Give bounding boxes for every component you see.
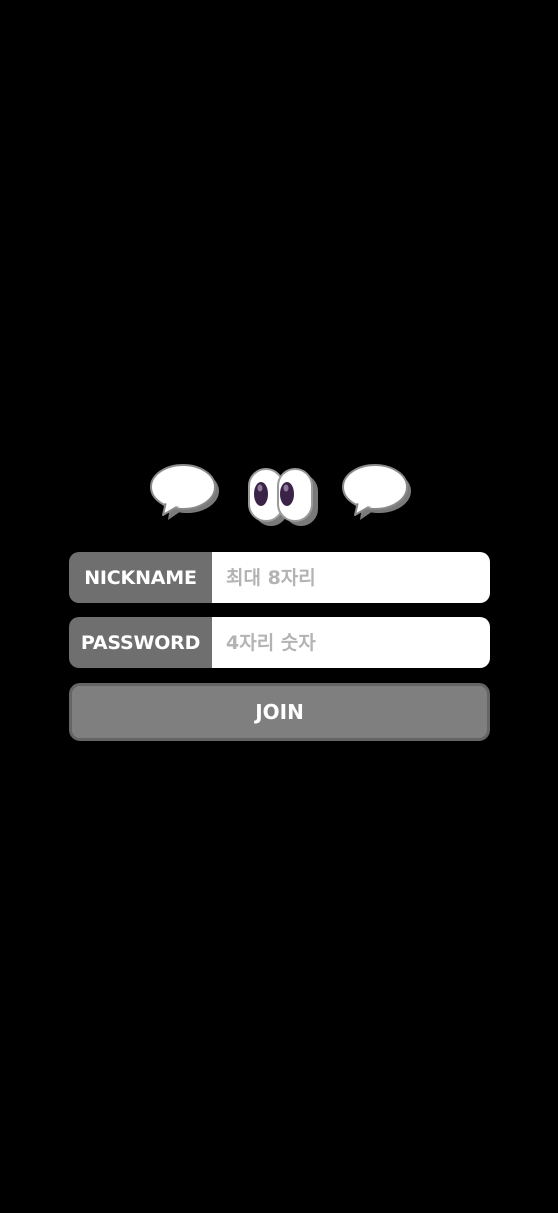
nickname-field-row: NICKNAME — [69, 552, 490, 603]
speech-bubble-icon — [150, 464, 219, 520]
eyes-icon — [248, 468, 318, 526]
join-button[interactable]: JOIN — [69, 683, 490, 741]
nickname-label: NICKNAME — [69, 552, 212, 603]
speech-bubble-icon — [342, 464, 411, 520]
logo-graphic — [150, 464, 411, 526]
nickname-input[interactable] — [212, 552, 490, 603]
password-field-row: PASSWORD — [69, 617, 490, 668]
password-label: PASSWORD — [69, 617, 212, 668]
app-logo — [150, 462, 416, 528]
password-input[interactable] — [212, 617, 490, 668]
